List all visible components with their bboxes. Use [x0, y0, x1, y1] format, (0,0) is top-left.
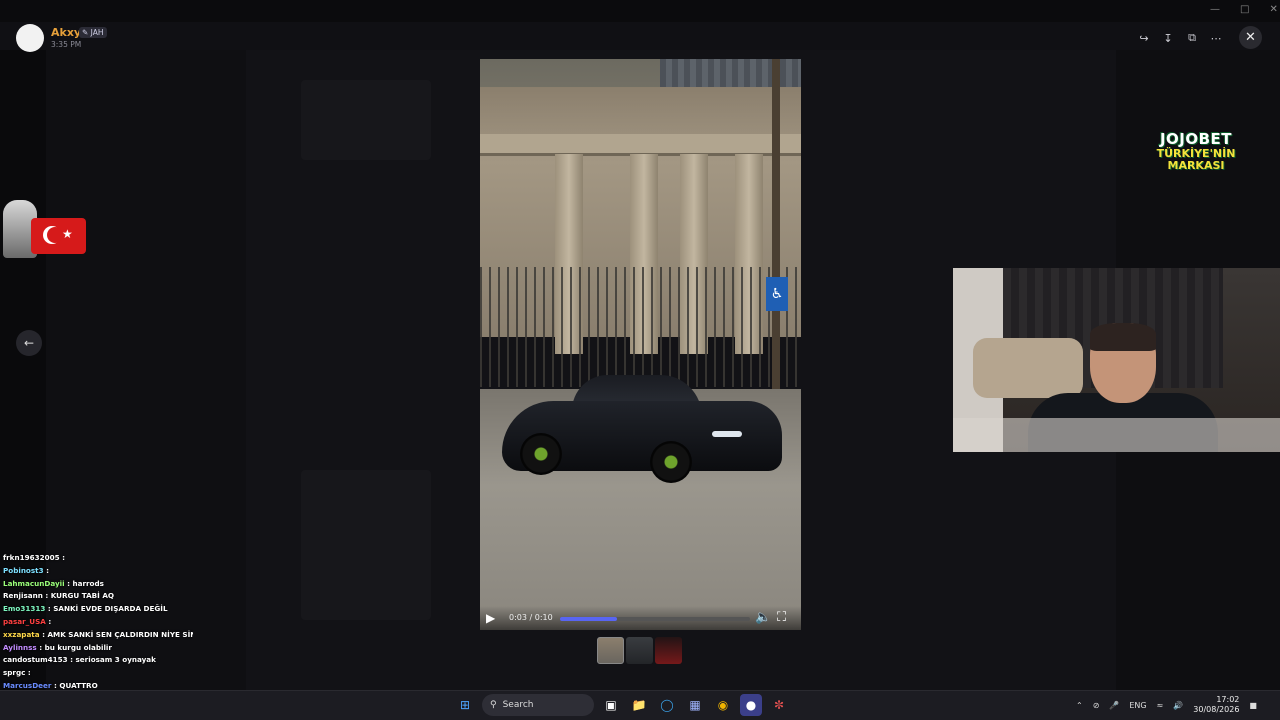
- video-time: 0:03 / 0:10: [509, 613, 553, 622]
- chat-text: : SANKİ EVDE DIŞARDA DEĞİL: [47, 604, 168, 614]
- webcam-overlay: [953, 268, 1280, 452]
- start-icon[interactable]: ⊞: [454, 694, 476, 716]
- chat-text: :: [62, 553, 65, 562]
- previous-media-button[interactable]: ←: [16, 330, 42, 356]
- video-progress-bar[interactable]: [560, 617, 750, 621]
- chat-username[interactable]: LahmacunDayii: [3, 579, 65, 588]
- clock-date: 30/08/2026: [1193, 705, 1240, 714]
- turkish-flag-icon: ★: [31, 218, 86, 254]
- chat-message: Pobinost3 :: [3, 565, 193, 578]
- thumbnail-item[interactable]: [597, 637, 624, 664]
- chat-text: :: [46, 565, 49, 575]
- sponsor-logo: JOJOBET TÜRKİYE'NİN MARKASI: [1154, 130, 1238, 172]
- chat-username[interactable]: candostum4153: [3, 655, 68, 664]
- sponsor-line3: MARKASI: [1167, 159, 1225, 172]
- maximize-icon[interactable]: □: [1240, 4, 1249, 15]
- chat-username[interactable]: Renjisann: [3, 591, 43, 600]
- clock-time: 17:02: [1216, 695, 1240, 704]
- fullscreen-icon[interactable]: ⛶: [777, 610, 786, 625]
- network-off-icon[interactable]: ⊘: [1093, 701, 1100, 710]
- taskbar-apps: ⊞ ⚲ Search ▣ 📁 ◯ ▦ ◉ ● ✼: [454, 694, 790, 716]
- chevron-up-icon[interactable]: ⌃: [1076, 701, 1083, 710]
- chat-username[interactable]: frkn19632005: [3, 553, 60, 562]
- screen: — □ ✕ Akxy ✎ JAH 3:35 PM ↪ ↧ ⧉ ⋯ ✕ ← ♿ ▶…: [0, 0, 1280, 720]
- chat-username[interactable]: pasar_USA: [3, 617, 46, 626]
- microphone-icon[interactable]: 🎤: [1109, 701, 1119, 710]
- task-view-icon[interactable]: ▣: [600, 694, 622, 716]
- accessibility-sign-icon: ♿: [766, 277, 788, 311]
- discord-icon[interactable]: ●: [740, 694, 762, 716]
- chat-message: Emo31313 : SANKİ EVDE DIŞARDA DEĞİL: [3, 603, 193, 616]
- system-tray: ⌃ ⊘ 🎤 ENG ≈ 🔊 17:02 30/08/2026 ■: [1076, 694, 1257, 716]
- chat-message: sprgc :: [3, 667, 193, 680]
- wifi-icon[interactable]: ≈: [1157, 701, 1164, 710]
- chat-text: : harrods: [67, 578, 104, 588]
- chat-message: frkn19632005 :: [3, 552, 193, 565]
- window-controls: — □ ✕: [1210, 4, 1278, 15]
- chat-username[interactable]: MarcusDeer: [3, 681, 51, 690]
- open-external-icon[interactable]: ⧉: [1181, 27, 1203, 49]
- car-wheel: [520, 433, 562, 475]
- forward-icon[interactable]: ↪: [1133, 27, 1155, 49]
- flag-overlay: ★: [3, 200, 86, 262]
- download-icon[interactable]: ↧: [1157, 27, 1179, 49]
- chat-text: : QUATTRO: [53, 680, 98, 690]
- volume-icon[interactable]: 🔈: [755, 610, 771, 625]
- window-titlebar: [0, 0, 1280, 22]
- badge-label: JAH: [90, 28, 104, 37]
- chat-text: : bu kurgu olabilir: [39, 642, 112, 652]
- chat-message: pasar_USA :: [3, 616, 193, 629]
- chat-username[interactable]: Pobinost3: [3, 566, 44, 575]
- notification-icon[interactable]: ■: [1249, 701, 1257, 710]
- file-explorer-icon[interactable]: 📁: [628, 694, 650, 716]
- close-icon[interactable]: ✕: [1239, 26, 1262, 49]
- sponsor-line1: JOJOBET: [1159, 130, 1233, 148]
- video-frame-car: [502, 371, 782, 483]
- chat-text: : AMK SANKİ SEN ÇALDIRDIN NİYE SİNİRLENİ…: [42, 629, 193, 639]
- thumbnail-item[interactable]: [626, 637, 653, 664]
- video-frame-fence: [480, 267, 801, 387]
- window-close-icon[interactable]: ✕: [1269, 4, 1277, 15]
- author-avatar[interactable]: [16, 24, 44, 52]
- chat-username[interactable]: sprgc: [3, 668, 25, 677]
- search-label: Search: [502, 700, 534, 710]
- store-icon[interactable]: ▦: [684, 694, 706, 716]
- volume-tray-icon[interactable]: 🔊: [1173, 701, 1183, 710]
- chat-message: Aylinnss : bu kurgu olabilir: [3, 642, 193, 655]
- author-name[interactable]: Akxy: [51, 26, 81, 39]
- video-frame-palm: [772, 59, 780, 399]
- media-thumbnails: [597, 637, 682, 664]
- chat-text: :: [48, 616, 52, 626]
- chat-username[interactable]: Aylinnss: [3, 643, 37, 652]
- thumbnail-item[interactable]: [655, 637, 682, 664]
- chat-username[interactable]: xxzapata: [3, 630, 40, 639]
- edge-icon[interactable]: ◯: [656, 694, 678, 716]
- chat-text: :: [27, 668, 31, 678]
- video-player[interactable]: ♿: [480, 59, 801, 630]
- more-icon[interactable]: ⋯: [1205, 27, 1227, 49]
- chat-text: : KURGU TABİ AQ: [45, 591, 115, 601]
- chat-text: : seriosam 3 oynayak: [70, 655, 156, 665]
- minimize-icon[interactable]: —: [1210, 4, 1220, 15]
- video-progress-fill: [560, 617, 617, 621]
- chat-message: candostum4153 : seriosam 3 oynayak: [3, 654, 193, 667]
- chrome-icon[interactable]: ◉: [712, 694, 734, 716]
- language-indicator[interactable]: ENG: [1129, 701, 1146, 710]
- taskbar-search[interactable]: ⚲ Search: [482, 694, 594, 716]
- video-frame-cornice: [480, 134, 801, 156]
- stream-chat: frkn19632005 : Pobinost3 : LahmacunDayii :…: [3, 552, 193, 693]
- car-wheel: [650, 441, 692, 483]
- chat-message: Renjisann : KURGU TABİ AQ: [3, 590, 193, 603]
- message-time: 3:35 PM: [51, 40, 82, 49]
- viewer-actions: ↪ ↧ ⧉ ⋯: [1133, 27, 1227, 49]
- author-badge: ✎ JAH: [79, 27, 107, 38]
- app-icon[interactable]: ✼: [768, 694, 790, 716]
- car-headlight: [712, 431, 742, 437]
- chat-message: LahmacunDayii : harrods: [3, 578, 193, 591]
- clock[interactable]: 17:02 30/08/2026: [1193, 695, 1239, 715]
- play-icon[interactable]: ▶: [486, 611, 498, 625]
- chat-message: xxzapata : AMK SANKİ SEN ÇALDIRDIN NİYE …: [3, 629, 193, 642]
- search-icon: ⚲: [490, 700, 497, 710]
- chat-username[interactable]: Emo31313: [3, 604, 45, 613]
